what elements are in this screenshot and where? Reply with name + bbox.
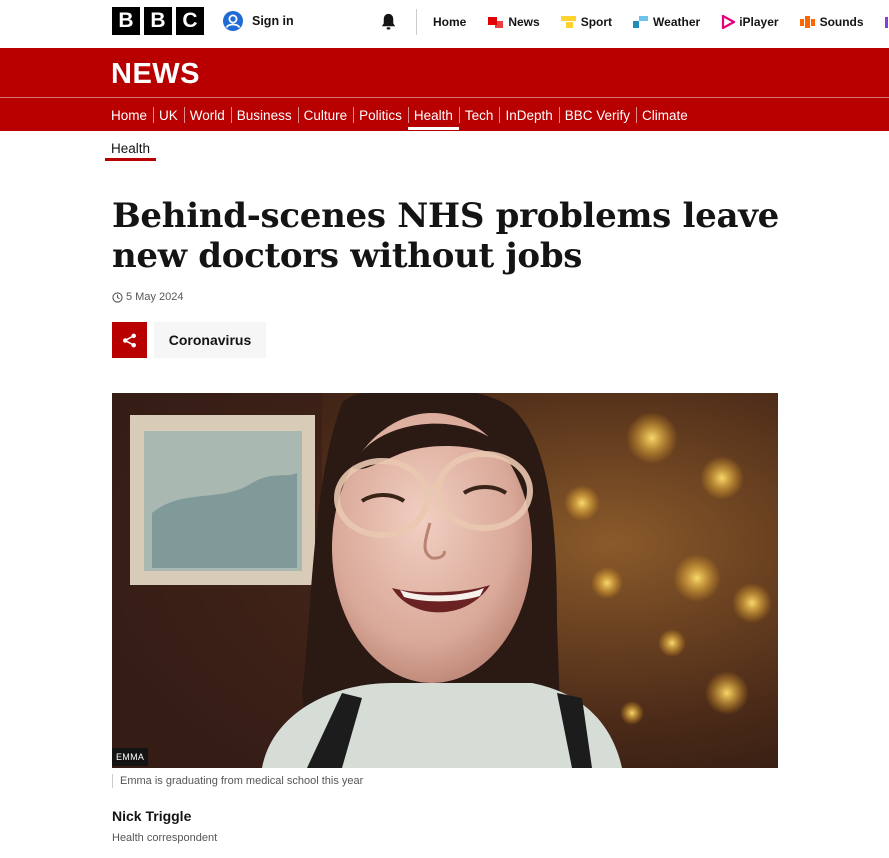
sign-in-link[interactable]: Sign in: [222, 10, 294, 32]
section-nav-bbc-verify[interactable]: BBC Verify: [558, 100, 636, 130]
share-icon: [123, 333, 136, 347]
masthead-nav-iplayer[interactable]: iPlayer: [721, 15, 779, 29]
image-caption: Emma is graduating from medical school t…: [112, 774, 363, 788]
bbc-logo-letter: C: [176, 7, 204, 35]
section-nav: Home UK World Business Culture Politics …: [105, 100, 694, 130]
news-wordmark[interactable]: NEWS: [111, 58, 200, 91]
masthead-nav: Home News Sport Weather iPlayer Sounds: [433, 0, 889, 44]
section-nav-tech[interactable]: Tech: [458, 100, 500, 130]
masthead-nav-bitesize[interactable]: B: [884, 15, 889, 29]
masthead-nav-home[interactable]: Home: [433, 15, 466, 29]
sounds-icon: [799, 16, 815, 28]
article-date-text: 5 May 2024: [126, 291, 184, 303]
iplayer-icon: [722, 15, 736, 29]
article-headline: Behind-scenes NHS problems leave new doc…: [112, 196, 780, 276]
masthead-nav-label: Sounds: [819, 15, 864, 29]
portrait-photo: [112, 393, 778, 768]
section-nav-world[interactable]: World: [183, 100, 231, 130]
bbc-logo-letter: B: [144, 7, 172, 35]
masthead-nav-label: News: [508, 15, 540, 29]
section-nav-indepth[interactable]: InDepth: [499, 100, 558, 130]
section-nav-culture[interactable]: Culture: [297, 100, 354, 130]
section-nav-health[interactable]: Health: [407, 100, 459, 130]
masthead-nav-sounds[interactable]: Sounds: [799, 15, 864, 29]
share-button[interactable]: [112, 322, 147, 358]
global-masthead: B B C Sign in Home News Sport Weather iP…: [0, 0, 889, 44]
masthead-nav-label: Weather: [653, 15, 701, 29]
news-icon: [488, 17, 504, 28]
section-nav-business[interactable]: Business: [230, 100, 298, 130]
masthead-nav-sport[interactable]: Sport: [560, 15, 613, 29]
bbc-logo-letter: B: [112, 7, 140, 35]
bitesize-icon: [884, 17, 889, 28]
masthead-nav-weather[interactable]: Weather: [633, 15, 700, 29]
section-nav-politics[interactable]: Politics: [353, 100, 408, 130]
section-nav-home[interactable]: Home: [105, 100, 153, 130]
masthead-nav-label: Home: [433, 15, 467, 29]
byline-author: Nick Triggle: [112, 808, 192, 824]
section-nav-uk[interactable]: UK: [153, 100, 184, 130]
masthead-nav-label: Sport: [580, 15, 613, 29]
weather-icon: [633, 16, 649, 28]
masthead-nav-label: iPlayer: [739, 15, 779, 29]
bbc-logo[interactable]: B B C: [112, 7, 204, 35]
account-icon: [223, 11, 243, 31]
topic-tag-coronavirus[interactable]: Coronavirus: [154, 322, 266, 358]
masthead-divider: [416, 9, 417, 35]
byline-role: Health correspondent: [112, 832, 218, 844]
sport-icon: [560, 16, 576, 28]
notifications-bell-icon[interactable]: [379, 12, 398, 31]
sign-in-label: Sign in: [252, 14, 294, 28]
article-date: 5 May 2024: [112, 291, 183, 303]
image-credit: EMMA: [112, 748, 149, 766]
clock-icon: [112, 291, 123, 303]
news-bar-divider: [0, 97, 889, 98]
article-hero-image: [112, 393, 778, 768]
breadcrumb-health[interactable]: Health: [105, 135, 157, 161]
section-nav-climate[interactable]: Climate: [636, 100, 694, 130]
masthead-nav-news[interactable]: News: [488, 15, 540, 29]
